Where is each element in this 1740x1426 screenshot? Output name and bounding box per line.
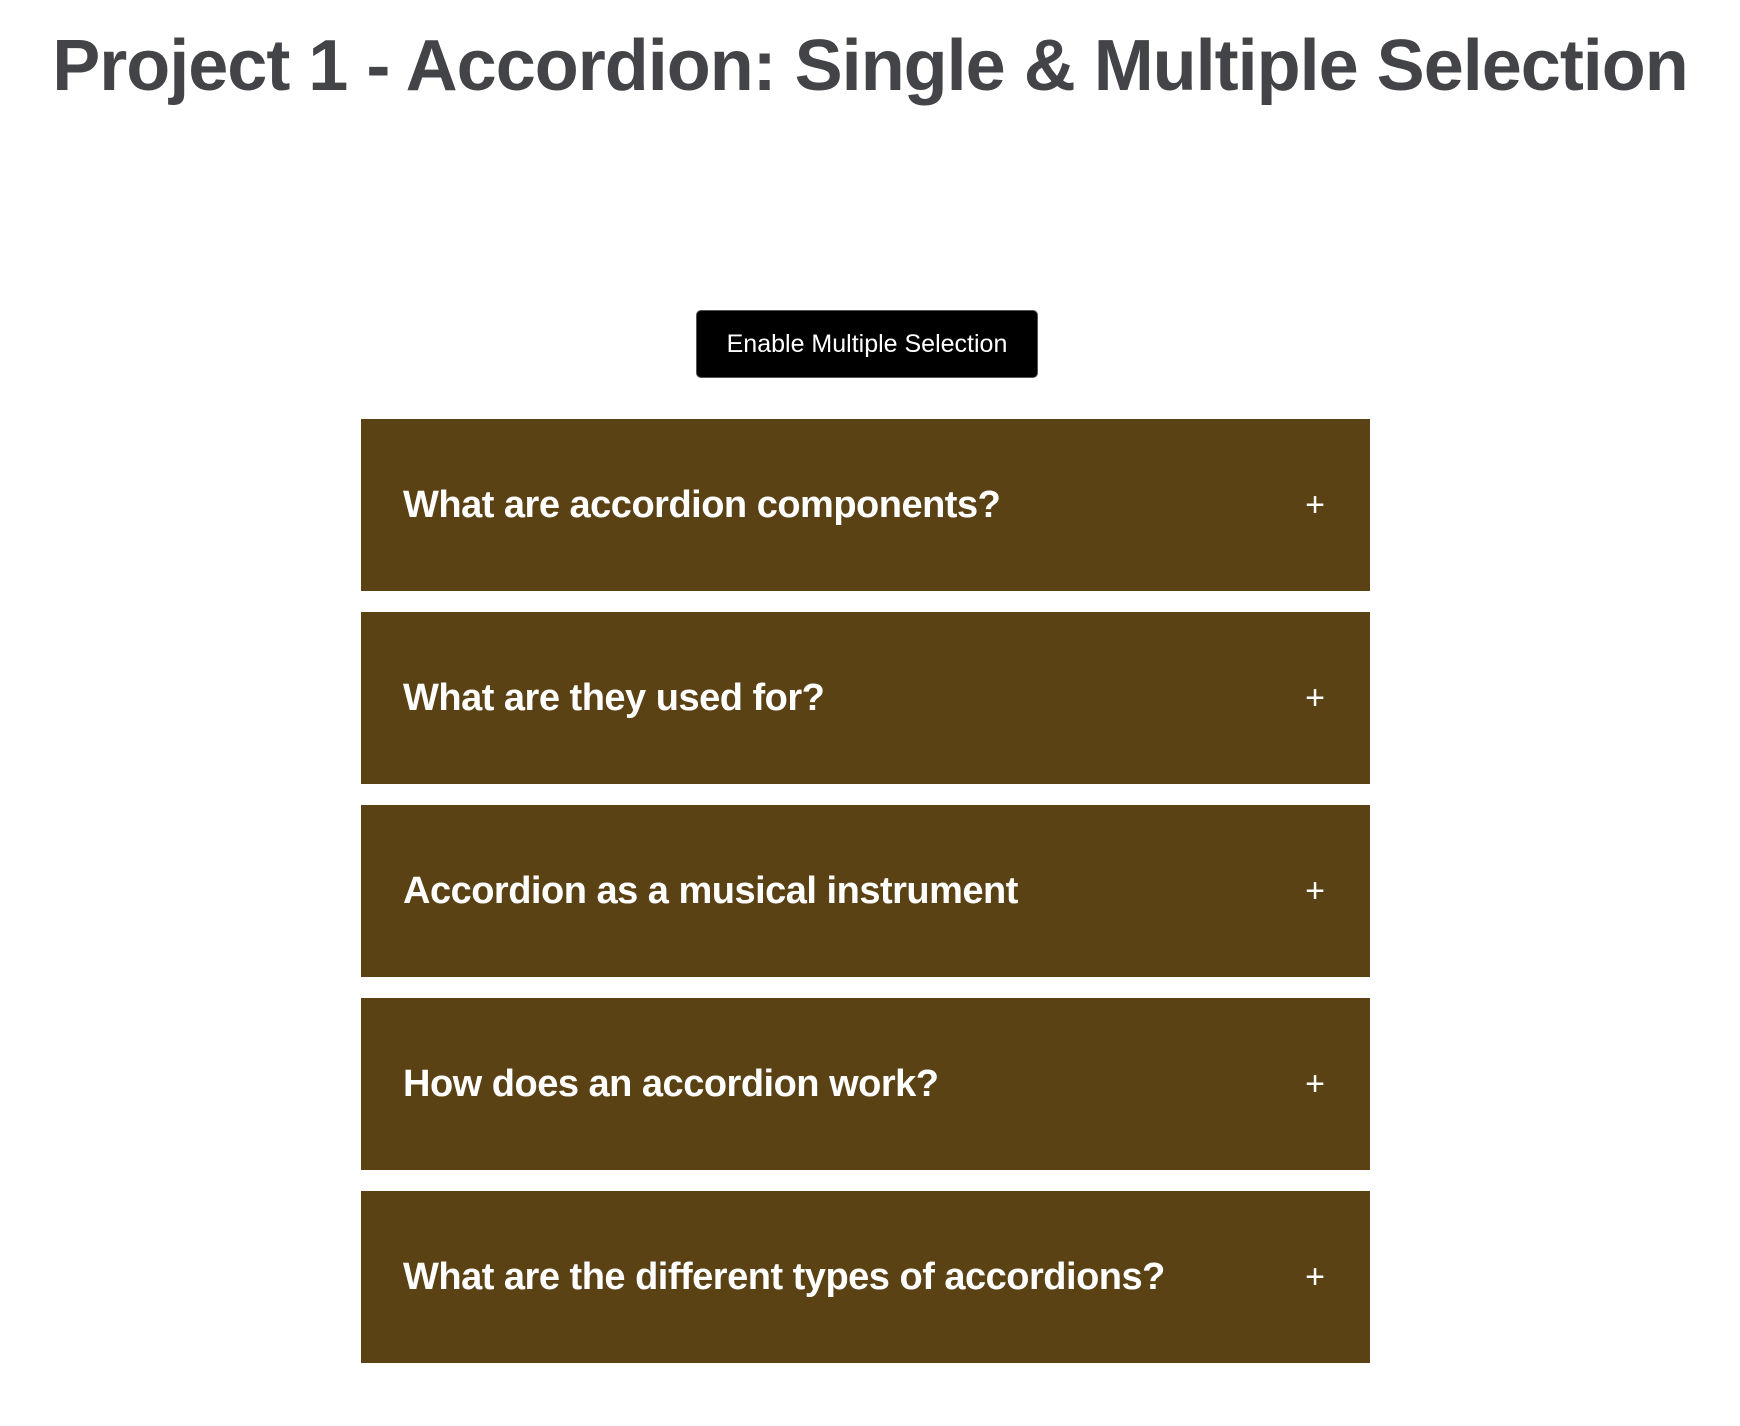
accordion-question: How does an accordion work?: [403, 1062, 939, 1105]
accordion: What are accordion components? + What ar…: [361, 419, 1370, 1363]
accordion-question: What are they used for?: [403, 676, 825, 719]
enable-multiple-selection-button[interactable]: Enable Multiple Selection: [696, 310, 1038, 378]
accordion-item-how-it-works[interactable]: How does an accordion work? +: [361, 998, 1370, 1170]
accordion-question: Accordion as a musical instrument: [403, 869, 1018, 912]
plus-icon[interactable]: +: [1302, 488, 1328, 522]
accordion-item-musical-instrument[interactable]: Accordion as a musical instrument +: [361, 805, 1370, 977]
plus-icon[interactable]: +: [1302, 681, 1328, 715]
page-title: Project 1 - Accordion: Single & Multiple…: [52, 26, 1689, 106]
accordion-item-components[interactable]: What are accordion components? +: [361, 419, 1370, 591]
accordion-question: What are the different types of accordio…: [403, 1255, 1165, 1298]
accordion-question: What are accordion components?: [403, 483, 1001, 526]
accordion-item-uses[interactable]: What are they used for? +: [361, 612, 1370, 784]
plus-icon[interactable]: +: [1302, 874, 1328, 908]
plus-icon[interactable]: +: [1302, 1067, 1328, 1101]
accordion-item-types[interactable]: What are the different types of accordio…: [361, 1191, 1370, 1363]
plus-icon[interactable]: +: [1302, 1260, 1328, 1294]
